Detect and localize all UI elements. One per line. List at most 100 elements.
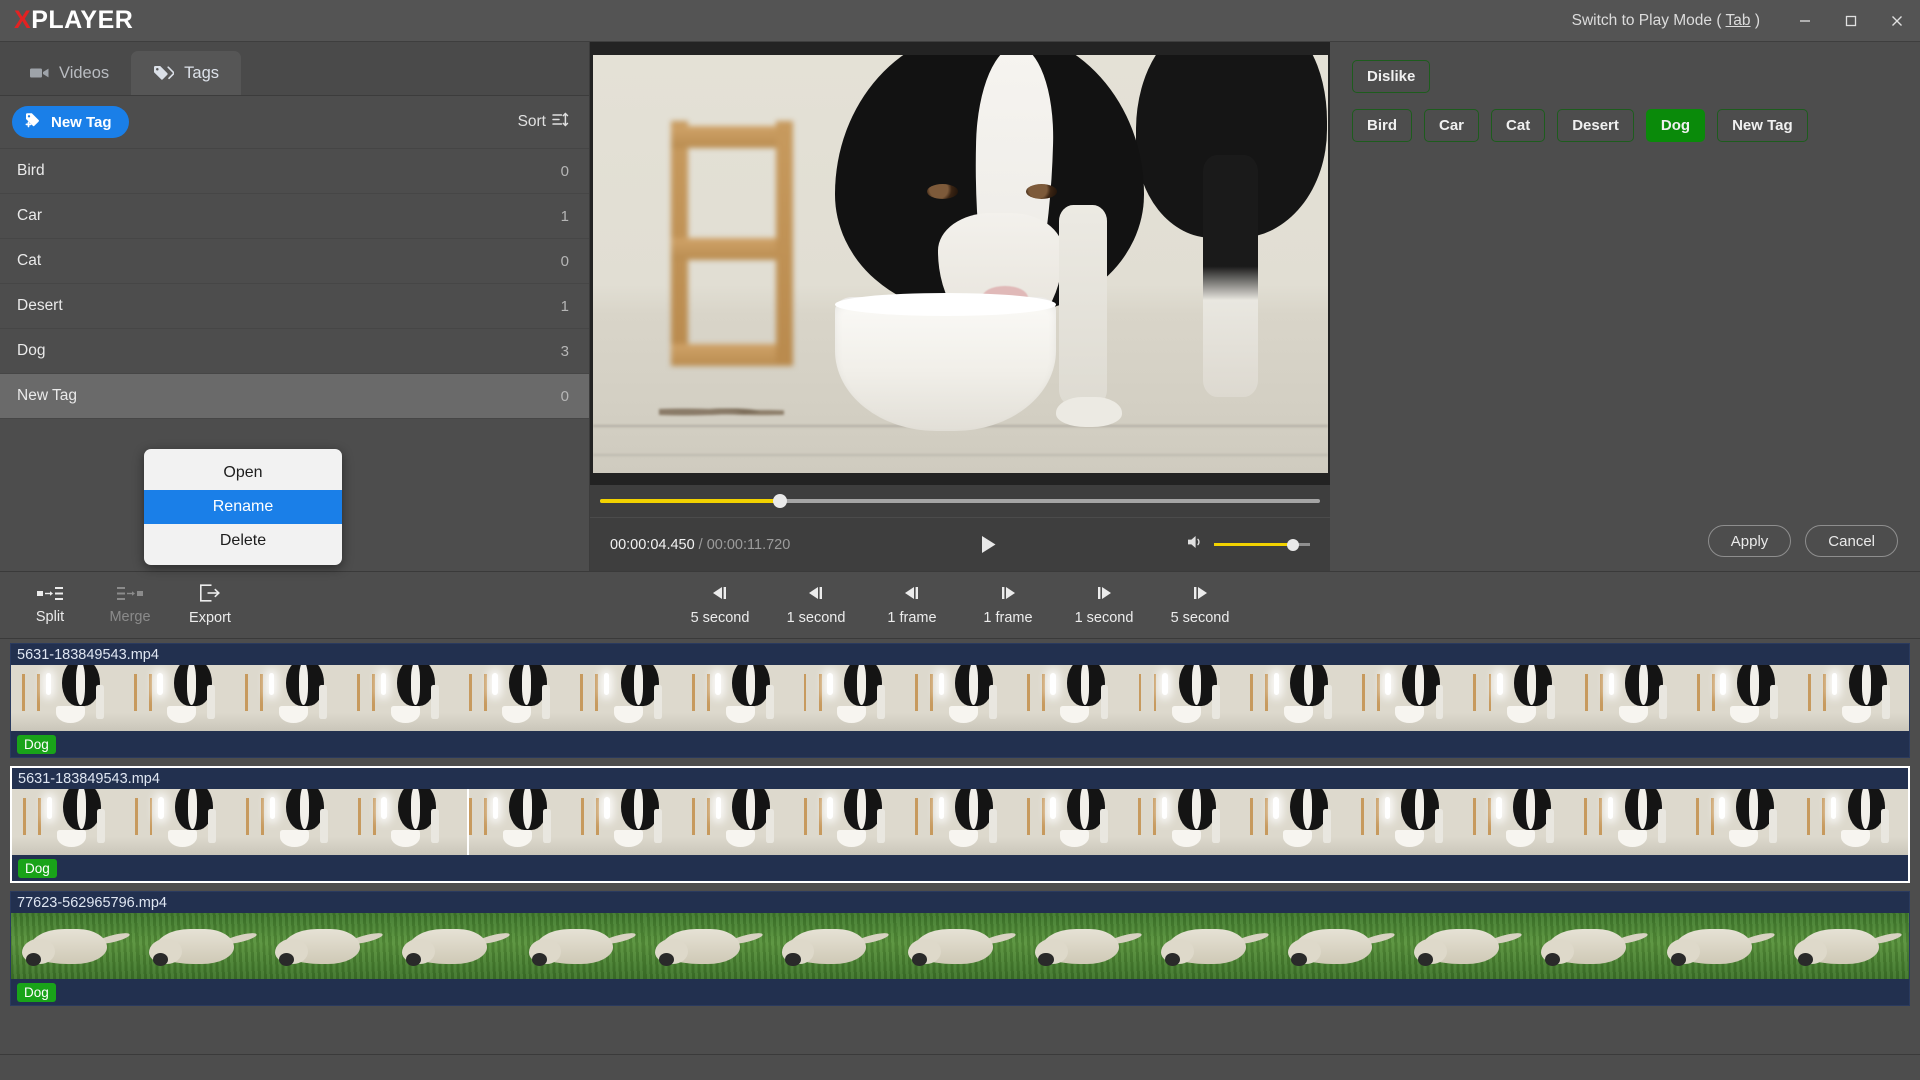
- tab-tags[interactable]: Tags: [131, 51, 242, 95]
- apply-button[interactable]: Apply: [1707, 525, 1792, 557]
- tag-chip-car[interactable]: Car: [1424, 109, 1480, 142]
- track-thumbnail: [1149, 913, 1277, 979]
- context-menu-item-open[interactable]: Open: [144, 456, 342, 490]
- nav-back-1-frame[interactable]: 1 frame: [864, 585, 960, 626]
- seek-bar[interactable]: [600, 494, 1320, 508]
- timeline-track-selected[interactable]: 5631-183849543.mp4 Dog: [10, 766, 1910, 883]
- tag-row-count: 1: [560, 297, 569, 315]
- maximize-button[interactable]: [1828, 0, 1874, 42]
- dislike-chip[interactable]: Dislike: [1352, 60, 1431, 93]
- track-thumbnail: [345, 665, 458, 731]
- track-thumbnail: [1402, 913, 1530, 979]
- nav-forward-1-second[interactable]: 1 second: [1056, 585, 1152, 626]
- track-thumbnail: [904, 665, 1016, 731]
- track-thumbnail: [1529, 913, 1656, 979]
- export-button[interactable]: Export: [170, 584, 250, 626]
- seek-bar-handle[interactable]: [773, 494, 787, 508]
- tag-action-row: Apply Cancel: [1707, 525, 1898, 557]
- tag-chip-desert[interactable]: Desert: [1557, 109, 1634, 142]
- video-shelf-bar: [671, 237, 794, 260]
- tag-row-name: Dog: [17, 342, 46, 359]
- edit-toolbar: Split Merge Export 5 second 1 second 1 f…: [0, 571, 1920, 639]
- timeline-track[interactable]: 5631-183849543.mp4 Dog: [10, 643, 1910, 758]
- tag-row[interactable]: Desert 1: [0, 284, 589, 329]
- title-bar-right: Switch to Play Mode ( Tab ): [1550, 0, 1920, 41]
- context-menu-item-rename[interactable]: Rename: [144, 490, 342, 524]
- tag-list: Bird 0 Car 1 Cat 0 Desert 1 Dog 3 New Ta…: [0, 149, 589, 419]
- track-tag-badge[interactable]: Dog: [18, 858, 57, 878]
- track-footer: Dog: [11, 979, 1909, 1005]
- cancel-button[interactable]: Cancel: [1805, 525, 1898, 557]
- track-thumbnail-strip[interactable]: [11, 665, 1909, 731]
- tag-row[interactable]: Dog 3: [0, 329, 589, 374]
- context-menu-item-delete[interactable]: Delete: [144, 524, 342, 558]
- title-bar: XPLAYER Switch to Play Mode ( Tab ): [0, 0, 1920, 42]
- track-thumbnail: [234, 665, 346, 731]
- track-thumbnail: [458, 789, 570, 855]
- video-floor-line: [592, 453, 1328, 456]
- tag-row[interactable]: Cat 0: [0, 239, 589, 284]
- tag-row[interactable]: Bird 0: [0, 149, 589, 194]
- track-thumbnail: [517, 913, 644, 979]
- nav-forward-1-frame[interactable]: 1 frame: [960, 585, 1056, 626]
- tab-videos[interactable]: Videos: [8, 51, 131, 95]
- tag-row-name: New Tag: [17, 387, 78, 404]
- video-dog-paw: [1055, 397, 1122, 427]
- video-preview[interactable]: [592, 54, 1328, 473]
- step-back-icon: [901, 585, 923, 605]
- track-thumbnail-strip[interactable]: [11, 913, 1909, 979]
- tag-chip-dog[interactable]: Dog: [1645, 109, 1706, 142]
- nav-back-5-second[interactable]: 5 second: [672, 585, 768, 626]
- timeline-track[interactable]: 77623-562965796.mp4 Dog: [10, 891, 1910, 1006]
- new-tag-button[interactable]: New Tag: [12, 106, 129, 138]
- merge-icon: [117, 586, 143, 605]
- track-thumbnail-strip[interactable]: [12, 789, 1908, 855]
- play-icon[interactable]: [980, 535, 997, 554]
- track-thumbnail: [457, 665, 570, 731]
- video-shelf: [666, 121, 798, 367]
- track-thumbnail: [569, 665, 681, 731]
- merge-button-label: Merge: [109, 608, 151, 625]
- track-thumbnail: [1797, 665, 1909, 731]
- nav-label: 1 second: [1074, 609, 1134, 626]
- tag-chip-cat[interactable]: Cat: [1491, 109, 1546, 142]
- tag-assign-panel: Dislike Bird Car Cat Desert Dog New Tag …: [1330, 42, 1920, 571]
- timeline[interactable]: 5631-183849543.mp4 Dog 5631-183849543.mp…: [0, 639, 1920, 1054]
- minimize-button[interactable]: [1782, 0, 1828, 42]
- tag-chip-bird[interactable]: Bird: [1352, 109, 1412, 142]
- track-thumbnail: [1350, 789, 1462, 855]
- volume-slider[interactable]: [1213, 538, 1310, 551]
- nav-forward-5-second[interactable]: 5 second: [1152, 585, 1248, 626]
- tag-chip-new-tag[interactable]: New Tag: [1717, 109, 1808, 142]
- step-forward-icon: [997, 585, 1019, 605]
- track-footer: Dog: [12, 855, 1908, 881]
- logo-text: PLAYER: [31, 6, 134, 34]
- track-thumbnail: [1684, 789, 1797, 855]
- track-thumbnail: [1350, 665, 1463, 731]
- split-marker[interactable]: [467, 789, 470, 855]
- tag-row-selected[interactable]: New Tag 0: [0, 374, 589, 419]
- track-tag-badge[interactable]: Dog: [17, 734, 56, 754]
- split-button[interactable]: Split: [10, 586, 90, 625]
- video-bowl-rim: [835, 292, 1056, 316]
- track-thumbnail: [1023, 913, 1150, 979]
- track-thumbnail: [1127, 665, 1240, 731]
- nav-back-1-second[interactable]: 1 second: [768, 585, 864, 626]
- volume-slider-handle[interactable]: [1286, 538, 1299, 551]
- track-tag-badge[interactable]: Dog: [17, 982, 56, 1002]
- video-dog-leg: [1059, 204, 1107, 406]
- switch-to-play-mode-button[interactable]: Switch to Play Mode ( Tab ): [1550, 0, 1782, 42]
- close-button[interactable]: [1874, 0, 1920, 42]
- sort-button[interactable]: Sort: [518, 112, 569, 132]
- step-back-icon: [805, 585, 827, 605]
- export-icon: [199, 584, 221, 606]
- merge-button[interactable]: Merge: [90, 586, 170, 625]
- track-thumbnail: [896, 913, 1024, 979]
- video-stage[interactable]: [590, 42, 1330, 485]
- volume-icon[interactable]: [1187, 534, 1205, 555]
- tag-row[interactable]: Car 1: [0, 194, 589, 239]
- tag-row-name: Car: [17, 207, 42, 224]
- video-shelf-bar: [671, 126, 794, 149]
- tag-row-name: Desert: [17, 297, 63, 314]
- step-back-icon: [709, 585, 731, 605]
